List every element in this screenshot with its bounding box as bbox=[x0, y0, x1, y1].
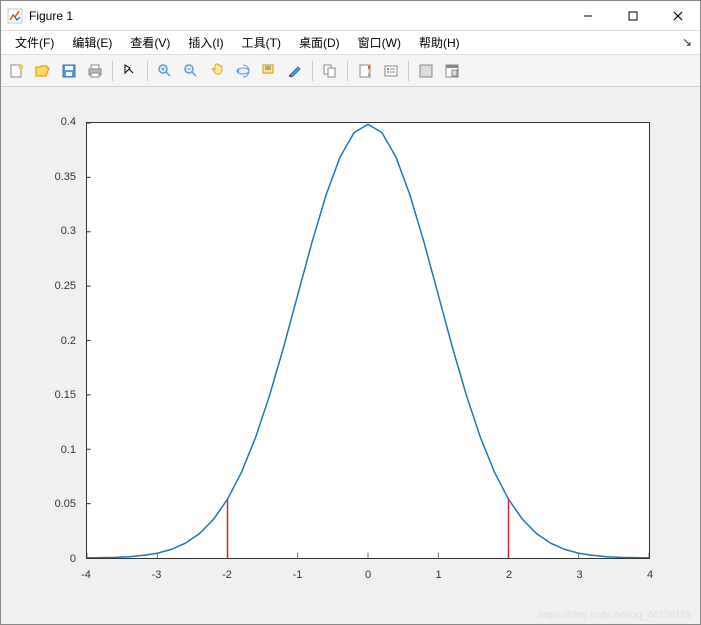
matlab-icon bbox=[7, 8, 23, 24]
titlebar: Figure 1 bbox=[1, 1, 700, 31]
menubar: 文件(F) 编辑(E) 查看(V) 插入(I) 工具(T) 桌面(D) 窗口(W… bbox=[1, 31, 700, 55]
y-tick: 0.3 bbox=[61, 225, 76, 237]
minimize-button[interactable] bbox=[565, 1, 610, 30]
hide-plot-tools-button[interactable] bbox=[414, 59, 438, 83]
x-tick: 2 bbox=[506, 569, 512, 581]
y-tick: 0.05 bbox=[55, 498, 76, 510]
toolbar-separator bbox=[312, 61, 313, 81]
link-button[interactable] bbox=[318, 59, 342, 83]
edit-plot-button[interactable] bbox=[118, 59, 142, 83]
menu-view[interactable]: 查看(V) bbox=[122, 32, 178, 53]
close-button[interactable] bbox=[655, 1, 700, 30]
toolbar-separator bbox=[347, 61, 348, 81]
x-tick: -3 bbox=[152, 569, 162, 581]
menu-file[interactable]: 文件(F) bbox=[7, 32, 62, 53]
y-tick: 0.4 bbox=[61, 116, 76, 128]
dock-figure-button[interactable] bbox=[440, 59, 464, 83]
maximize-button[interactable] bbox=[610, 1, 655, 30]
x-tick: 3 bbox=[576, 569, 582, 581]
x-tick: 4 bbox=[647, 569, 653, 581]
toolbar-separator bbox=[408, 61, 409, 81]
toolbar-separator bbox=[147, 61, 148, 81]
y-tick: 0.35 bbox=[55, 171, 76, 183]
x-tick: 0 bbox=[365, 569, 371, 581]
x-tick: -2 bbox=[222, 569, 232, 581]
toolbar-separator bbox=[112, 61, 113, 81]
menu-desktop[interactable]: 桌面(D) bbox=[291, 32, 348, 53]
y-tick: 0.15 bbox=[55, 389, 76, 401]
plot-container: 0 0.05 0.1 0.15 0.2 0.25 0.3 0.35 0.4 -4… bbox=[21, 107, 670, 594]
legend-button[interactable] bbox=[379, 59, 403, 83]
y-tick: 0.1 bbox=[61, 444, 76, 456]
zoom-out-button[interactable] bbox=[179, 59, 203, 83]
open-button[interactable] bbox=[31, 59, 55, 83]
y-tick: 0 bbox=[70, 553, 76, 565]
y-tick-labels: 0 0.05 0.1 0.15 0.2 0.25 0.3 0.35 0.4 bbox=[21, 122, 81, 559]
y-tick: 0.25 bbox=[55, 280, 76, 292]
colorbar-button[interactable] bbox=[353, 59, 377, 83]
menu-help[interactable]: 帮助(H) bbox=[411, 32, 468, 53]
plot-area: 0 0.05 0.1 0.15 0.2 0.25 0.3 0.35 0.4 -4… bbox=[1, 87, 700, 624]
print-button[interactable] bbox=[83, 59, 107, 83]
dock-arrow-icon[interactable]: ↘ bbox=[682, 35, 692, 49]
rotate-3d-button[interactable] bbox=[231, 59, 255, 83]
figure-window: Figure 1 文件(F) 编辑(E) 查看(V) 插入(I) 工具(T) 桌… bbox=[0, 0, 701, 625]
x-tick: -4 bbox=[81, 569, 91, 581]
menu-tools[interactable]: 工具(T) bbox=[234, 32, 289, 53]
window-title: Figure 1 bbox=[29, 9, 565, 23]
menu-edit[interactable]: 编辑(E) bbox=[64, 32, 120, 53]
y-tick: 0.2 bbox=[61, 335, 76, 347]
x-tick: -1 bbox=[293, 569, 303, 581]
axes[interactable] bbox=[86, 122, 650, 559]
x-tick: 1 bbox=[435, 569, 441, 581]
menu-window[interactable]: 窗口(W) bbox=[350, 32, 409, 53]
x-tick-labels: -4 -3 -2 -1 0 1 2 3 4 bbox=[86, 564, 650, 594]
zoom-in-button[interactable] bbox=[153, 59, 177, 83]
window-controls bbox=[565, 1, 700, 30]
toolbar bbox=[1, 55, 700, 87]
menu-insert[interactable]: 插入(I) bbox=[180, 32, 231, 53]
brush-button[interactable] bbox=[283, 59, 307, 83]
plot-svg bbox=[87, 123, 649, 558]
new-figure-button[interactable] bbox=[5, 59, 29, 83]
data-cursor-button[interactable] bbox=[257, 59, 281, 83]
pan-button[interactable] bbox=[205, 59, 229, 83]
normal-pdf-curve bbox=[87, 124, 649, 558]
save-button[interactable] bbox=[57, 59, 81, 83]
